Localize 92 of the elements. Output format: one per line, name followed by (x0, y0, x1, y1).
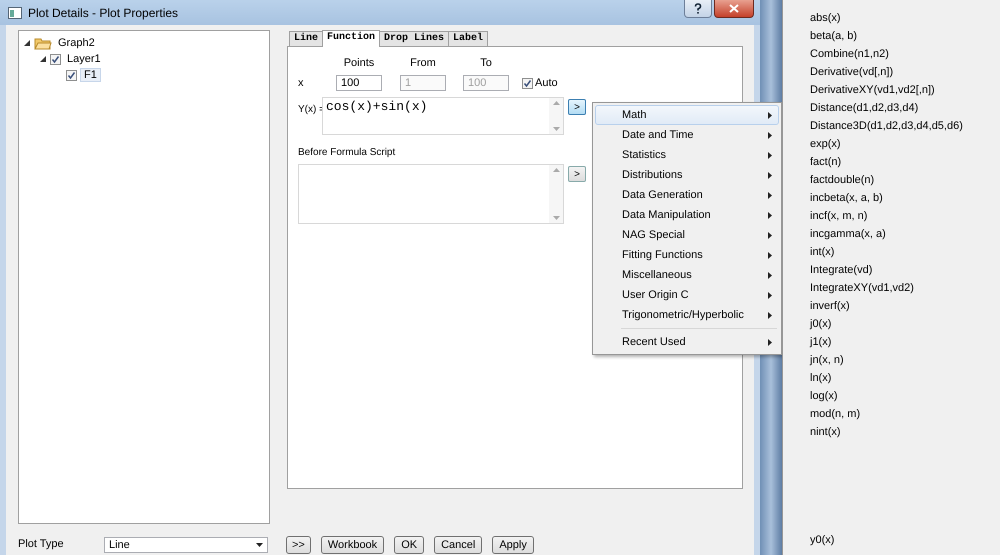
menu-item[interactable]: Data Manipulation (595, 205, 779, 225)
menu-item[interactable]: Combine(n1,n2) (783, 45, 1000, 63)
tree-item[interactable]: F1 (80, 68, 101, 82)
folder-icon (34, 36, 52, 50)
submenu-arrow-icon (768, 132, 772, 138)
submenu-arrow-icon (768, 212, 772, 218)
menu-item[interactable]: factdouble(n) (783, 171, 1000, 189)
menu-item[interactable]: mod(n, m) (783, 405, 1000, 423)
input-field[interactable]: 100 (336, 75, 382, 91)
menu-item[interactable]: Miscellaneous (595, 265, 779, 285)
close-button[interactable] (714, 0, 754, 18)
dialog-button[interactable]: Workbook (320, 536, 384, 554)
scroll-down-icon (552, 216, 560, 220)
menu-item[interactable]: Derivative(vd[,n]) (783, 63, 1000, 81)
dialog-button[interactable]: OK (394, 536, 424, 554)
menu-item[interactable]: Distributions (595, 165, 779, 185)
tab[interactable]: Function (322, 30, 380, 47)
dialog-button[interactable]: Cancel (434, 536, 482, 554)
menu-item[interactable]: Trigonometric/Hyperbolic (595, 305, 779, 325)
menu-item[interactable]: Math (595, 105, 779, 125)
menu-item[interactable]: j0(x) (783, 315, 1000, 333)
script-field[interactable] (298, 164, 564, 224)
question-mark-icon (694, 3, 702, 14)
menu-item[interactable]: log(x) (783, 387, 1000, 405)
submenu-arrow-icon (768, 232, 772, 238)
tab[interactable]: Drop Lines (379, 31, 450, 46)
checkbox[interactable] (522, 78, 533, 88)
submenu-arrow-icon (768, 292, 772, 298)
scroll-down-icon (552, 127, 560, 131)
menu-item[interactable]: ln(x) (783, 369, 1000, 387)
menu-item[interactable]: fact(n) (783, 153, 1000, 171)
dialog-button[interactable]: >> (286, 536, 311, 554)
menu-item[interactable]: User Origin C (595, 285, 779, 305)
field-label: Plot Type (18, 538, 65, 550)
menu-item[interactable]: exp(x) (783, 135, 1000, 153)
menu-item[interactable]: Distance(d1,d2,d3,d4) (783, 99, 1000, 117)
help-button[interactable] (684, 0, 712, 18)
plot-type-dropdown[interactable]: Line (104, 537, 268, 553)
submenu-arrow-icon (768, 272, 772, 278)
submenu-arrow-icon (768, 338, 772, 346)
dialog-button[interactable]: Apply (492, 536, 534, 554)
submenu-arrow-icon (768, 252, 772, 258)
scroll-up-icon (552, 168, 560, 172)
menu-item[interactable]: incbeta(x, a, b) (783, 189, 1000, 207)
menu-item[interactable]: NAG Special (595, 225, 779, 245)
menu-item[interactable]: nint(x) (783, 423, 1000, 441)
app-icon (8, 6, 22, 18)
submenu-arrow-icon (768, 152, 772, 158)
checkbox[interactable] (66, 70, 77, 80)
window-title: Plot Details - Plot Properties (28, 6, 178, 20)
menu-item[interactable]: y0(x) (783, 531, 1000, 549)
menu-item[interactable]: abs(x) (783, 9, 1000, 27)
tab[interactable]: Line (289, 31, 324, 46)
x-label: x (298, 77, 304, 89)
menu-item[interactable]: int(x) (783, 243, 1000, 261)
menu-item[interactable]: incf(x, m, n) (783, 207, 1000, 225)
menu-item[interactable]: Integrate(vd) (783, 261, 1000, 279)
menu-item[interactable]: IntegrateXY(vd1,vd2) (783, 279, 1000, 297)
menu-item[interactable]: inverf(x) (783, 297, 1000, 315)
formula-field[interactable]: cos(x)+sin(x) (322, 97, 564, 135)
menu-item[interactable]: Distance3D(d1,d2,d3,d4,d5,d6) (783, 117, 1000, 135)
menu-item[interactable]: Fitting Functions (595, 245, 779, 265)
menu-item[interactable]: Data Generation (595, 185, 779, 205)
menu-item[interactable]: jn(x, n) (783, 351, 1000, 369)
checkbox[interactable] (50, 54, 61, 64)
tree-item[interactable]: Graph2 (55, 37, 98, 49)
menu-item[interactable]: j1(x) (783, 333, 1000, 351)
close-icon (729, 4, 739, 13)
menu-item[interactable]: incgamma(x, a) (783, 225, 1000, 243)
caret-icon (256, 543, 263, 547)
scroll-up-icon (552, 101, 560, 105)
submenu-arrow-icon (768, 172, 772, 178)
menu-item[interactable]: DerivativeXY(vd1,vd2[,n]) (783, 81, 1000, 99)
menu-item[interactable]: Statistics (595, 145, 779, 165)
checkmark-icon (523, 78, 532, 88)
checkbox-label: Auto (535, 77, 558, 89)
column-label: From (409, 57, 437, 71)
expanded-arrow-icon[interactable] (39, 55, 47, 63)
submenu-arrow-icon (768, 112, 772, 118)
column-label: To (479, 57, 493, 71)
menu-item[interactable]: Date and Time (595, 125, 779, 145)
insert-button[interactable]: > (568, 166, 586, 182)
expanded-arrow-icon[interactable] (23, 39, 31, 47)
insert-button[interactable]: > (568, 99, 586, 115)
submenu-arrow-icon (768, 192, 772, 198)
column-label: Points (342, 57, 376, 71)
tree-item[interactable]: Layer1 (64, 53, 104, 65)
menu-item[interactable]: Recent Used (595, 332, 779, 352)
menu-item[interactable]: beta(a, b) (783, 27, 1000, 45)
submenu-arrow-icon (768, 312, 772, 318)
tab[interactable]: Label (448, 31, 488, 46)
section-label: Before Formula Script (298, 147, 396, 158)
